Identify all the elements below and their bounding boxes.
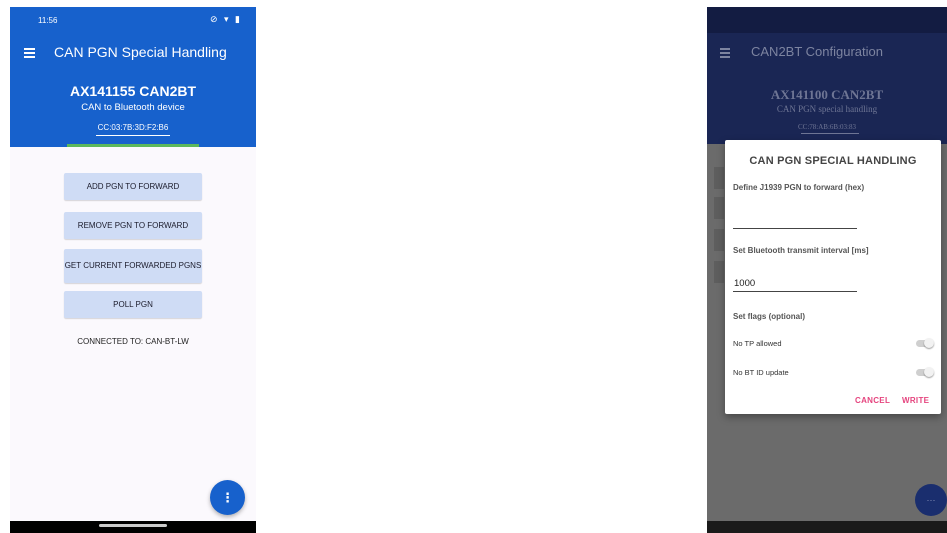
device-name: AX141100 CAN2BT: [770, 87, 884, 102]
more-horiz-icon: ···: [926, 495, 936, 505]
pgn-input[interactable]: [733, 213, 857, 229]
home-gesture-pill[interactable]: [99, 524, 167, 527]
interval-field-label: Set Bluetooth transmit interval [ms]: [733, 246, 869, 255]
cancel-button[interactable]: CANCEL: [855, 396, 890, 405]
background-button-edge: [714, 261, 724, 283]
no-tp-allowed-toggle[interactable]: [916, 338, 934, 348]
no-tp-allowed-label: No TP allowed: [733, 339, 782, 348]
mac-underline: [801, 133, 859, 134]
app-header-dimmed: CAN2BT Configuration AX141100 CAN2BT CAN…: [707, 7, 947, 144]
device-mac-address: CC:03:7B:3D:F2:B6: [97, 123, 169, 132]
remove-pgn-button[interactable]: REMOVE PGN TO FORWARD: [64, 212, 202, 239]
flags-label: Set flags (optional): [733, 312, 805, 321]
status-icons: ⊘ ▾ ▮: [210, 14, 243, 24]
add-pgn-button[interactable]: ADD PGN TO FORWARD: [64, 173, 202, 200]
interval-input[interactable]: [733, 276, 857, 292]
connection-status: CONNECTED TO: CAN-BT-LW: [77, 337, 189, 346]
no-bt-id-update-label: No BT ID update: [733, 368, 789, 377]
status-time: 11:56: [38, 16, 58, 25]
pgn-special-handling-dialog: CAN PGN SPECIAL HANDLING Define J1939 PG…: [725, 140, 941, 414]
more-options-fab: ···: [915, 484, 947, 516]
write-button[interactable]: WRITE: [902, 396, 929, 405]
get-forwarded-pgns-button[interactable]: GET CURRENT FORWARDED PGNS: [64, 249, 202, 283]
app-title: CAN2BT Configuration: [751, 44, 883, 59]
poll-pgn-button[interactable]: POLL PGN: [64, 291, 202, 318]
background-button-edge: [714, 197, 724, 219]
more-vert-icon: ⋮: [221, 489, 234, 505]
hamburger-menu-icon[interactable]: [24, 48, 35, 58]
dialog-title: CAN PGN SPECIAL HANDLING: [749, 155, 917, 167]
status-bar: [707, 7, 947, 33]
navigation-bar: [707, 521, 947, 533]
no-bt-id-update-toggle[interactable]: [916, 367, 934, 377]
device-subtitle: CAN to Bluetooth device: [81, 102, 185, 113]
background-button-edge: [714, 167, 724, 189]
device-name: AX141155 CAN2BT: [69, 83, 197, 99]
navigation-bar: [10, 521, 256, 533]
progress-bar: [67, 144, 199, 147]
app-title: CAN PGN Special Handling: [54, 44, 227, 60]
more-options-fab[interactable]: ⋮: [210, 480, 245, 515]
device-subtitle: CAN PGN special handling: [776, 104, 878, 114]
right-phone-screen: CAN2BT Configuration AX141100 CAN2BT CAN…: [707, 7, 947, 533]
left-phone-screen: 11:56 ⊘ ▾ ▮ CAN PGN Special Handling AX1…: [10, 7, 256, 533]
mac-underline: [96, 135, 170, 136]
app-header: 11:56 ⊘ ▾ ▮ CAN PGN Special Handling AX1…: [10, 7, 256, 147]
pgn-field-label: Define J1939 PGN to forward (hex): [733, 183, 865, 192]
background-button-edge: [714, 229, 724, 251]
device-mac-address: CC:78:AB:6B:03:83: [798, 123, 856, 131]
status-bar: 11:56 ⊘ ▾ ▮: [10, 7, 256, 33]
hamburger-menu-icon: [720, 48, 730, 58]
